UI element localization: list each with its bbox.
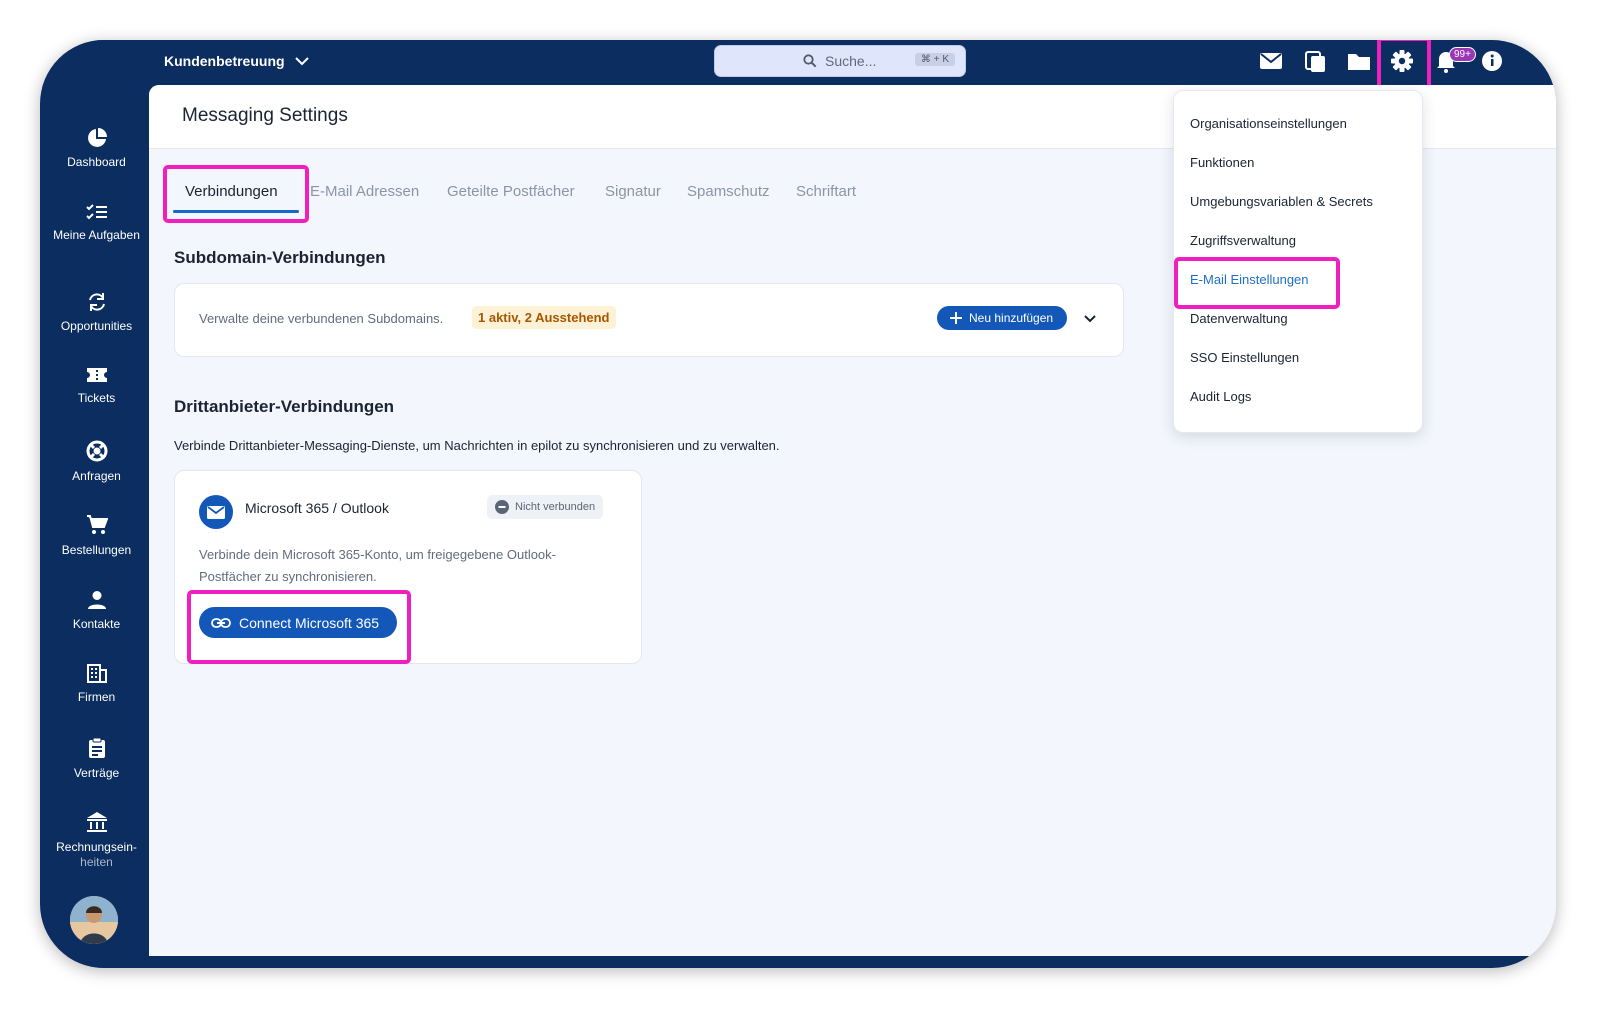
menu-item-data-management[interactable]: Datenverwaltung (1190, 311, 1288, 326)
menu-item-features[interactable]: Funktionen (1190, 155, 1254, 170)
search-placeholder: Suche... (825, 53, 877, 69)
tab-highlight (163, 165, 309, 223)
sidebar-item-orders[interactable]: Bestellungen (40, 514, 153, 558)
dashboard-icon (87, 128, 107, 147)
sidebar-item-contracts[interactable]: Verträge (40, 737, 153, 781)
provider-description-line2: Postfächer zu synchronisieren. (199, 569, 377, 584)
copy-documents-icon[interactable] (1303, 48, 1329, 74)
minus-circle-icon (495, 500, 509, 514)
sidebar-item-label: Bestellungen (61, 543, 132, 557)
email-settings-highlight (1174, 257, 1340, 309)
menu-item-organization-settings[interactable]: Organisationseinstellungen (1190, 116, 1347, 131)
search-input[interactable]: Suche... ⌘ + K (714, 45, 966, 77)
chevron-down-icon (294, 56, 309, 65)
thirdparty-section-title: Drittanbieter-Verbindungen (174, 397, 395, 416)
sidebar-item-label: Verträge (73, 766, 120, 780)
notification-badge: 99+ (1449, 47, 1476, 62)
thirdparty-description: Verbinde Drittanbieter-Messaging-Dienste… (174, 438, 780, 453)
user-photo (70, 896, 118, 944)
top-bar: Kundenbetreuung Suche... ⌘ + K 99+ (40, 40, 1556, 91)
search-icon (803, 54, 817, 68)
sidebar-item-label: Anfragen (72, 469, 121, 483)
tab-shared-mailboxes[interactable]: Geteilte Postfächer (447, 183, 575, 200)
sidebar-item-label: Tickets (77, 391, 116, 405)
subdomain-section-title: Subdomain-Verbindungen (174, 248, 386, 267)
sidebar-item-label: Meine Aufgaben (53, 228, 140, 242)
app-window: Dashboard Meine Aufgaben Opportunities T… (40, 40, 1556, 968)
sidebar-item-contacts[interactable]: Kontakte (40, 590, 153, 632)
clipboard-icon (88, 737, 105, 758)
chevron-down-icon[interactable] (1084, 315, 1096, 323)
avatar[interactable] (70, 896, 118, 944)
sidebar-item-dashboard[interactable]: Dashboard (40, 128, 153, 170)
tab-font[interactable]: Schriftart (796, 183, 856, 200)
menu-item-environment-variables[interactable]: Umgebungsvariablen & Secrets (1190, 194, 1373, 209)
subdomain-card: Verwalte deine verbundenen Subdomains. 1… (174, 283, 1124, 357)
cart-icon (86, 515, 108, 534)
sidebar: Dashboard Meine Aufgaben Opportunities T… (40, 40, 153, 968)
mail-icon (199, 495, 233, 529)
tasks-icon (85, 204, 107, 220)
tab-spam-protection[interactable]: Spamschutz (687, 183, 770, 200)
mail-icon[interactable] (1258, 48, 1284, 74)
plus-icon (950, 312, 962, 324)
sidebar-item-tasks[interactable]: Meine Aufgaben (40, 203, 153, 243)
add-subdomain-label: Neu hinzufügen (969, 311, 1054, 325)
sidebar-item-requests[interactable]: Anfragen (40, 440, 153, 484)
tab-email-addresses[interactable]: E-Mail Adressen (310, 183, 419, 200)
support-icon (86, 440, 107, 462)
bottom-bar (40, 956, 1556, 968)
sidebar-item-opportunities[interactable]: Opportunities (40, 292, 153, 334)
sidebar-item-label: Kontakte (72, 617, 121, 631)
sidebar-item-label: Opportunities (60, 319, 133, 333)
connection-status-badge: Nicht verbunden (487, 495, 604, 519)
sidebar-item-label-continued: heiten (80, 855, 113, 869)
subdomain-description: Verwalte deine verbundenen Subdomains. (199, 311, 444, 326)
status-badge: 1 aktiv, 2 Ausstehend (472, 306, 616, 329)
gear-highlight (1377, 40, 1431, 91)
settings-menu: Organisationseinstellungen Funktionen Um… (1173, 90, 1423, 433)
provider-description-line1: Verbinde dein Microsoft 365-Konto, um fr… (199, 547, 556, 562)
sidebar-item-billing-units[interactable]: Rechnungsein- heiten (40, 811, 153, 870)
connection-status-label: Nicht verbunden (515, 501, 596, 513)
ticket-icon (86, 368, 107, 382)
folder-icon[interactable] (1346, 48, 1372, 74)
org-switcher[interactable]: Kundenbetreuung (164, 53, 309, 69)
bank-icon (86, 812, 107, 832)
connect-button-highlight (187, 590, 411, 664)
menu-item-sso-settings[interactable]: SSO Einstellungen (1190, 350, 1299, 365)
provider-description: Verbinde dein Microsoft 365-Konto, um fr… (199, 544, 556, 588)
sidebar-item-label: Dashboard (67, 155, 126, 169)
info-icon[interactable] (1479, 48, 1505, 74)
sidebar-item-companies[interactable]: Firmen (40, 663, 153, 705)
building-icon (86, 664, 107, 683)
org-name: Kundenbetreuung (164, 53, 285, 69)
menu-item-audit-logs[interactable]: Audit Logs (1190, 389, 1251, 404)
add-subdomain-button[interactable]: Neu hinzufügen (937, 306, 1067, 330)
provider-name: Microsoft 365 / Outlook (245, 500, 389, 516)
person-icon (87, 591, 106, 609)
sidebar-item-label: Rechnungsein- (56, 840, 137, 854)
sidebar-item-tickets[interactable]: Tickets (40, 366, 153, 406)
menu-item-access-management[interactable]: Zugriffsverwaltung (1190, 233, 1296, 248)
search-shortcut-badge: ⌘ + K (914, 53, 955, 66)
page-title: Messaging Settings (182, 105, 348, 126)
sync-icon (88, 293, 105, 311)
sidebar-item-label: Firmen (77, 690, 116, 704)
tab-signature[interactable]: Signatur (605, 183, 661, 200)
